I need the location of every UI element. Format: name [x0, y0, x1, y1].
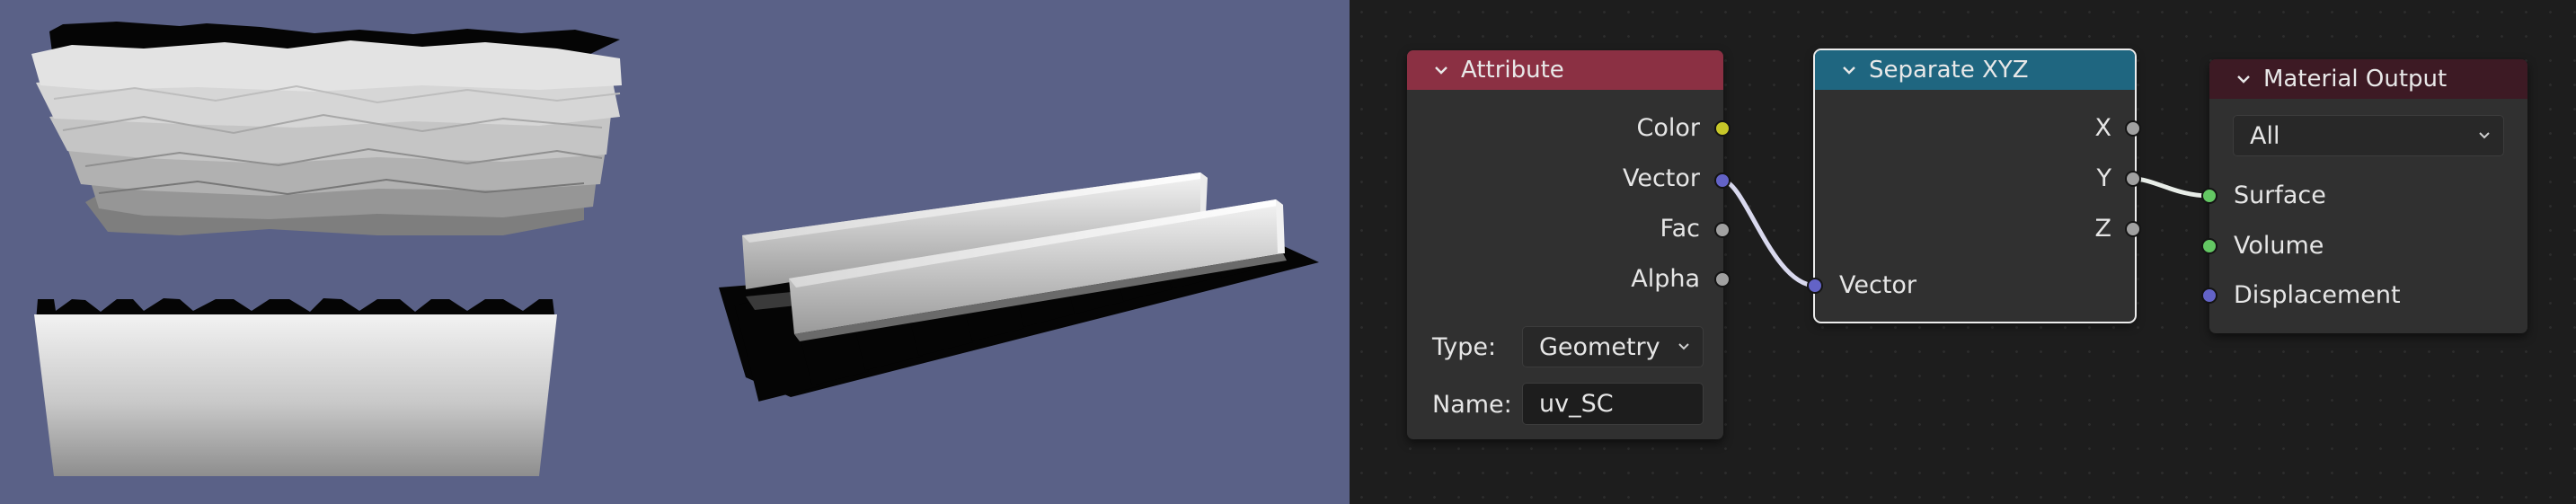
chevron-down-icon [2479, 132, 2490, 139]
3d-viewport[interactable] [0, 0, 1350, 504]
name-value: uv_SC [1539, 390, 1614, 418]
output-fac-label: Fac [1660, 215, 1700, 243]
rail-track-mesh[interactable] [719, 172, 1319, 402]
chevron-down-icon [1678, 343, 1689, 350]
chevron-down-icon[interactable] [2236, 72, 2251, 86]
type-dropdown[interactable]: Geometry [1522, 326, 1704, 367]
output-x-label: X [2094, 114, 2112, 142]
output-z-socket[interactable] [2125, 221, 2141, 237]
output-z-label: Z [2094, 215, 2112, 243]
chevron-down-icon[interactable] [1842, 63, 1856, 77]
separate-xyz-node-header[interactable]: Separate XYZ [1815, 50, 2135, 90]
shader-node-editor[interactable]: Attribute Color Vector Fac Alpha Type: G… [1350, 0, 2576, 504]
rock-wall-mesh[interactable] [31, 22, 622, 235]
output-vector-label: Vector [1622, 164, 1700, 192]
input-displacement-socket[interactable] [2201, 287, 2217, 304]
input-surface-label: Surface [2234, 181, 2326, 209]
input-vector-label: Vector [1839, 271, 1917, 299]
target-value: All [2250, 121, 2280, 150]
output-alpha-socket[interactable] [1714, 271, 1731, 287]
chevron-down-icon[interactable] [1434, 63, 1448, 77]
target-dropdown[interactable]: All [2233, 115, 2504, 156]
name-label: Name: [1432, 391, 1512, 419]
node-title: Separate XYZ [1869, 57, 2029, 84]
output-y-label: Y [2096, 164, 2112, 192]
node-title: Material Output [2263, 66, 2448, 93]
name-field[interactable]: uv_SC [1522, 383, 1704, 425]
input-volume-label: Volume [2234, 232, 2324, 260]
separate-xyz-node[interactable]: Separate XYZ X Y Z Vector [1807, 49, 2141, 323]
output-color-label: Color [1636, 114, 1701, 142]
type-value: Geometry [1539, 332, 1660, 361]
input-volume-socket[interactable] [2201, 238, 2217, 254]
link-y-to-surface[interactable] [2132, 176, 2210, 199]
output-alpha-label: Alpha [1631, 265, 1700, 293]
output-vector-socket[interactable] [1714, 172, 1731, 189]
node-title: Attribute [1461, 57, 1564, 84]
input-displacement-label: Displacement [2234, 281, 2401, 309]
type-label: Type: [1432, 333, 1497, 361]
output-color-socket[interactable] [1714, 120, 1731, 137]
wall-slab-mesh[interactable] [34, 298, 557, 476]
output-fac-socket[interactable] [1714, 222, 1731, 238]
material-output-node-header[interactable]: Material Output [2209, 59, 2527, 99]
input-vector-socket[interactable] [1807, 278, 1823, 294]
viewport-scene [31, 22, 1319, 476]
output-y-socket[interactable] [2125, 171, 2141, 187]
attribute-node[interactable]: Attribute Color Vector Fac Alpha Type: G… [1407, 50, 1731, 439]
output-x-socket[interactable] [2125, 120, 2141, 137]
link-vector-to-vector[interactable] [1722, 178, 1817, 288]
input-surface-socket[interactable] [2201, 188, 2217, 204]
material-output-node[interactable]: Material Output All Surface Volume Displ… [2201, 59, 2527, 333]
attribute-node-header[interactable]: Attribute [1407, 50, 1723, 90]
